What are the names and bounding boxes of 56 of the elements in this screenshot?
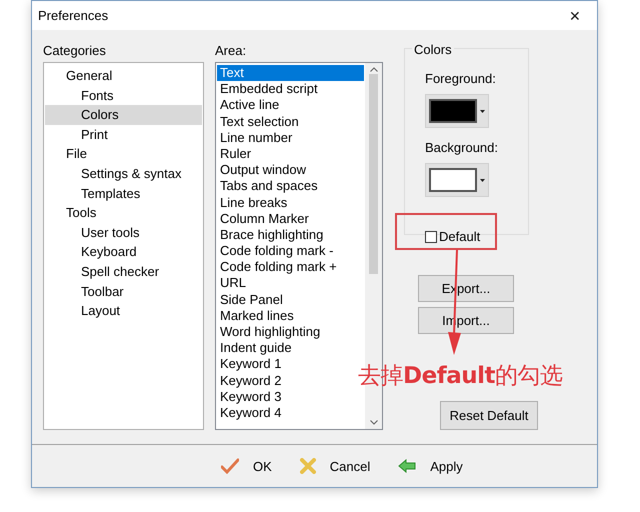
checkmark-icon xyxy=(221,458,239,474)
list-item[interactable]: Keyword 1 xyxy=(217,356,364,373)
list-item[interactable]: Text xyxy=(217,65,364,82)
list-item[interactable]: Keyword 3 xyxy=(217,388,364,405)
color-picker[interactable] xyxy=(425,163,489,197)
tree-item[interactable]: Keyboard xyxy=(45,242,202,262)
tree-item[interactable]: Print xyxy=(45,124,202,144)
footer-button[interactable]: OK xyxy=(221,458,272,474)
list-item[interactable]: Keyword 4 xyxy=(217,404,364,422)
list-item[interactable]: Marked lines xyxy=(217,308,364,324)
list-item[interactable]: Word highlighting xyxy=(217,324,364,340)
list-item[interactable]: Code folding mark - xyxy=(217,243,364,260)
list-item[interactable]: Output window xyxy=(217,162,364,178)
tree-item[interactable]: Fonts xyxy=(45,86,202,106)
close-button[interactable]: ✕ xyxy=(553,1,597,30)
color-picker[interactable] xyxy=(425,94,489,128)
left-arrow-icon xyxy=(398,459,416,473)
tree-item[interactable]: Settings & syntax xyxy=(45,164,202,184)
cross-icon xyxy=(300,458,316,474)
tree-item[interactable]: General xyxy=(45,66,202,86)
checkbox[interactable] xyxy=(425,230,437,242)
list-item[interactable]: Active line xyxy=(217,97,364,114)
list-item[interactable]: Brace highlighting xyxy=(217,226,364,244)
tree-item[interactable]: Toolbar xyxy=(45,282,202,302)
list-item[interactable]: Indent guide xyxy=(217,340,364,356)
list-item[interactable]: Line number xyxy=(217,130,364,146)
categories-label: Categories xyxy=(43,43,107,58)
tree-item[interactable]: Spell checker xyxy=(45,262,202,282)
list-item[interactable]: Side Panel xyxy=(217,292,364,308)
footer-button[interactable]: Cancel xyxy=(300,458,370,474)
area-label: Area: xyxy=(215,43,248,58)
tree-item[interactable]: Templates xyxy=(45,184,202,204)
scroll-down-icon[interactable] xyxy=(370,420,378,425)
tree-item[interactable]: Layout xyxy=(45,301,202,321)
color-label: Background: xyxy=(425,140,499,155)
list-item[interactable]: Ruler xyxy=(217,146,364,162)
list-item[interactable]: Code folding mark + xyxy=(217,259,364,276)
tree-item[interactable]: File xyxy=(45,144,202,164)
list-item[interactable]: Column Marker xyxy=(217,210,364,227)
list-item[interactable]: Text selection xyxy=(217,114,364,130)
side-button[interactable]: Reset Default xyxy=(440,401,538,430)
list-item[interactable]: URL xyxy=(217,275,364,292)
scroll-up-icon[interactable] xyxy=(370,67,378,72)
list-item[interactable]: Line breaks xyxy=(217,194,364,211)
tree-item[interactable]: Tools xyxy=(45,203,202,223)
list-item[interactable]: Tabs and spaces xyxy=(217,178,364,194)
tree-item[interactable]: Colors xyxy=(45,105,202,125)
group-title: Colors xyxy=(412,42,454,57)
tree-item[interactable]: User tools xyxy=(45,222,202,242)
dropdown-arrow-icon xyxy=(480,110,484,112)
dropdown-arrow-icon xyxy=(480,178,484,182)
window-title: Preferences xyxy=(38,8,108,23)
color-label: Foreground: xyxy=(425,71,497,86)
checkbox-label: Default xyxy=(439,229,480,244)
footer-button[interactable]: Apply xyxy=(398,458,463,474)
list-item[interactable]: Embedded script xyxy=(217,81,364,98)
